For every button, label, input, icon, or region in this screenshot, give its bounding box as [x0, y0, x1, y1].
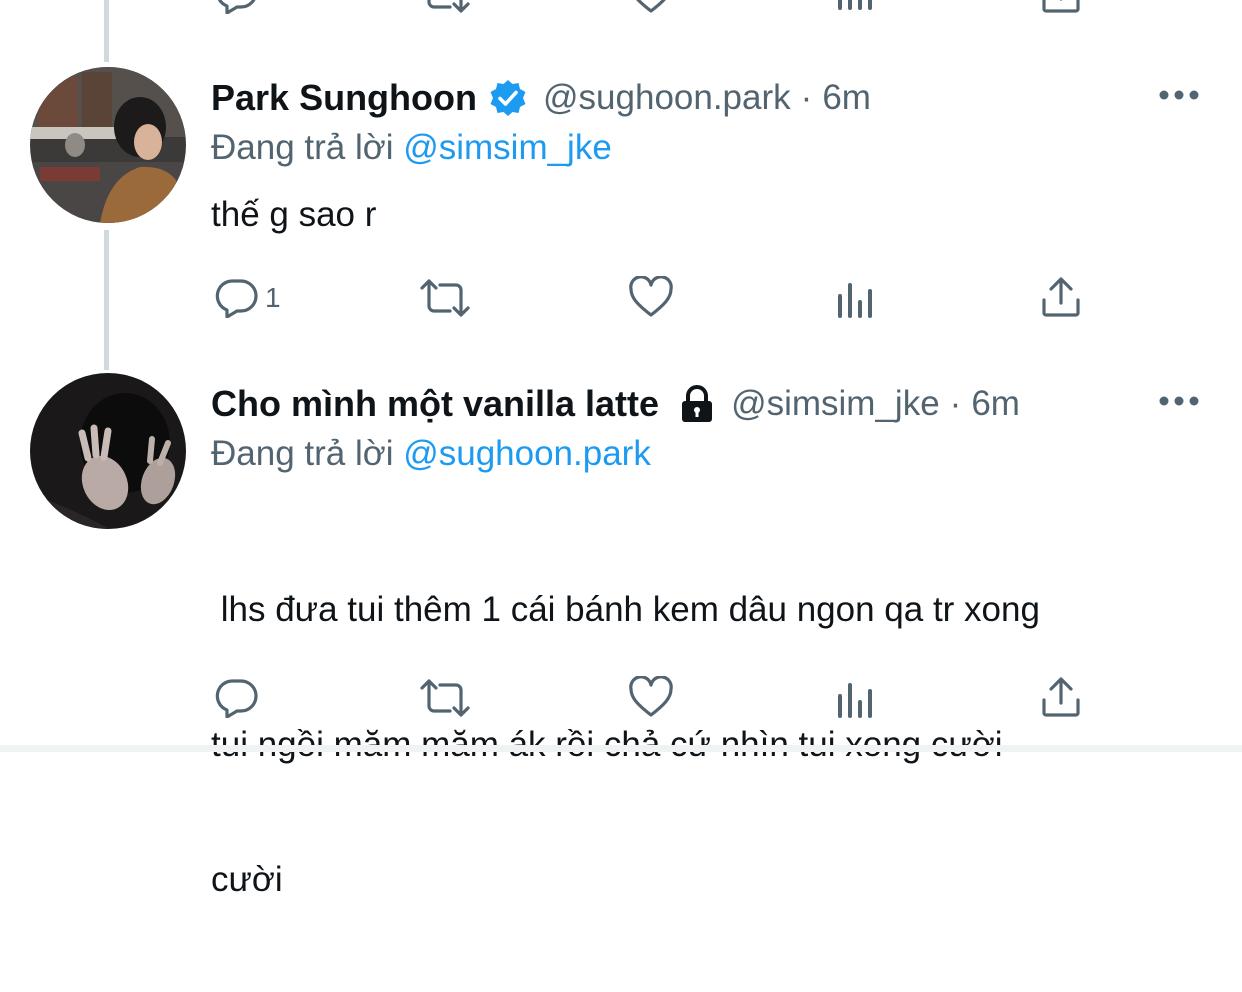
retweet-button[interactable] [418, 678, 472, 718]
avatar-photo-icon [30, 67, 186, 223]
timestamp[interactable]: 6m [971, 384, 1020, 424]
replying-to-label: Đang trả lời [211, 434, 394, 473]
replying-to: Đang trả lời @sughoon.park [211, 434, 651, 474]
analytics-button[interactable] [836, 0, 878, 12]
reply-button[interactable]: 1 [215, 278, 281, 318]
tweet-text-line: thế g sao r [211, 195, 377, 234]
display-name[interactable]: Park Sunghoon [211, 77, 477, 119]
share-icon [1042, 277, 1080, 317]
like-button[interactable] [628, 0, 674, 14]
tweet-actions [0, 668, 1242, 728]
analytics-button[interactable] [836, 280, 878, 320]
avatar-photo-icon [30, 373, 186, 529]
heart-icon [629, 676, 673, 717]
retweet-icon [420, 279, 470, 317]
like-button[interactable] [628, 276, 674, 318]
verified-badge-icon [489, 79, 527, 117]
display-name[interactable]: Cho mình một vanilla latte [211, 383, 659, 425]
like-button[interactable] [628, 676, 674, 718]
analytics-icon [838, 0, 872, 10]
share-icon [1042, 0, 1080, 13]
reply-icon [215, 679, 258, 718]
lock-icon [679, 385, 715, 423]
tweet-text: thế g sao r [211, 192, 376, 237]
heart-icon [629, 276, 673, 317]
analytics-button[interactable] [836, 680, 878, 720]
share-button[interactable] [1040, 276, 1082, 318]
dot-separator: · [800, 78, 813, 117]
reply-icon [217, 0, 256, 14]
dot-separator: · [949, 384, 962, 423]
avatar-simsim-jke[interactable] [30, 373, 186, 529]
replying-to-mention[interactable]: @simsim_jke [403, 128, 612, 167]
analytics-icon [838, 683, 872, 718]
replying-to-mention[interactable]: @sughoon.park [403, 434, 651, 473]
tweet-actions: 1 [0, 268, 1242, 328]
tweet-header: Cho mình một vanilla latte @simsim_jke ·… [211, 379, 1020, 429]
handle[interactable]: @simsim_jke [731, 384, 940, 424]
share-button[interactable] [1040, 0, 1082, 14]
retweet-icon [420, 679, 470, 717]
tweet-text-line: lhs đưa tui thêm 1 cái bánh kem dâu ngon… [211, 590, 1040, 629]
heart-icon [636, 0, 666, 13]
more-icon [1159, 396, 1199, 406]
more-button[interactable] [1158, 394, 1200, 413]
tweet-text-line: cười [211, 860, 283, 899]
handle[interactable]: @sughoon.park [543, 78, 791, 118]
retweet-button[interactable] [418, 0, 472, 14]
timestamp[interactable]: 6m [822, 78, 871, 118]
more-icon [1159, 90, 1199, 100]
share-button[interactable] [1040, 676, 1082, 718]
analytics-icon [838, 283, 872, 318]
share-icon [1042, 677, 1080, 717]
replying-to: Đang trả lời @simsim_jke [211, 128, 612, 168]
previous-tweet-actions [0, 0, 1242, 22]
tweet-header: Park Sunghoon @sughoon.park · 6m [211, 73, 871, 123]
reply-button[interactable] [215, 0, 259, 14]
replying-to-label: Đang trả lời [211, 128, 394, 167]
avatar-park-sunghoon[interactable] [30, 67, 186, 223]
retweet-icon [427, 0, 470, 13]
tweet-separator [0, 745, 1242, 752]
retweet-button[interactable] [418, 278, 472, 318]
reply-count: 1 [265, 282, 281, 313]
more-button[interactable] [1158, 88, 1200, 107]
reply-button[interactable] [215, 678, 265, 718]
reply-icon [215, 279, 258, 318]
